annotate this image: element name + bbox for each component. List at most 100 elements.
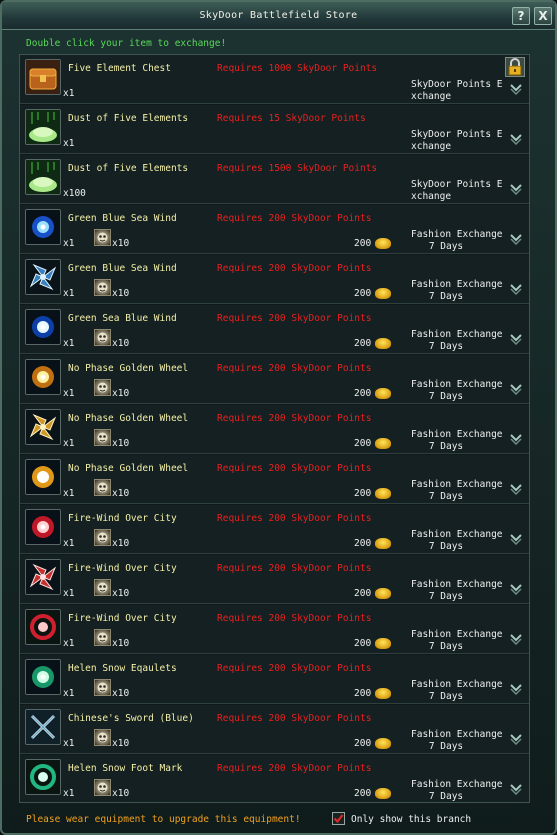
cost-token-quantity: x10 bbox=[112, 288, 130, 299]
chevron-down-icon[interactable] bbox=[509, 331, 523, 346]
item-row[interactable]: Fire-Wind Over City Requires 200 SkyDoor … bbox=[20, 505, 529, 554]
gold-orb-icon[interactable] bbox=[25, 359, 61, 395]
cost-token-icon bbox=[94, 279, 111, 296]
item-requirement: Requires 200 SkyDoor Points bbox=[217, 563, 372, 574]
gold-price: 200 bbox=[354, 338, 372, 349]
chevron-down-icon[interactable] bbox=[509, 81, 523, 96]
gold-price: 200 bbox=[354, 438, 372, 449]
exchange-type: SkyDoor Points E bbox=[411, 129, 503, 140]
chevron-down-icon[interactable] bbox=[509, 631, 523, 646]
item-name: Five Element Chest bbox=[68, 63, 171, 74]
cost-token-icon bbox=[94, 679, 111, 696]
chevron-down-icon[interactable] bbox=[509, 381, 523, 396]
chevron-down-icon[interactable] bbox=[509, 531, 523, 546]
cost-token-quantity: x10 bbox=[112, 338, 130, 349]
blue-pinwheel-icon[interactable] bbox=[25, 259, 61, 295]
item-quantity: x1 bbox=[63, 338, 75, 349]
item-row[interactable]: Helen Snow Eqaulets Requires 200 SkyDoor … bbox=[20, 655, 529, 704]
gold-ingot-icon bbox=[375, 238, 391, 249]
item-quantity: x1 bbox=[63, 488, 75, 499]
item-requirement: Requires 1500 SkyDoor Points bbox=[217, 163, 378, 174]
crossed-swords-icon[interactable] bbox=[25, 709, 61, 745]
gold-price: 200 bbox=[354, 788, 372, 799]
chevron-down-icon[interactable] bbox=[509, 681, 523, 696]
cost-token-icon bbox=[94, 729, 111, 746]
red-pinwheel-icon[interactable] bbox=[25, 559, 61, 595]
gold-swirl-icon[interactable] bbox=[25, 459, 61, 495]
red-ring-icon[interactable] bbox=[25, 609, 61, 645]
item-requirement: Requires 1000 SkyDoor Points bbox=[217, 63, 378, 74]
chevron-down-icon[interactable] bbox=[509, 281, 523, 296]
exchange-type: Fashion Exchange bbox=[411, 379, 503, 390]
item-quantity: x1 bbox=[63, 738, 75, 749]
chevron-down-icon[interactable] bbox=[509, 181, 523, 196]
item-quantity: x1 bbox=[63, 388, 75, 399]
gold-pinwheel-icon[interactable] bbox=[25, 409, 61, 445]
item-requirement: Requires 200 SkyDoor Points bbox=[217, 663, 372, 674]
green-ring-icon[interactable] bbox=[25, 759, 61, 795]
exchange-type: Fashion Exchange bbox=[411, 429, 503, 440]
item-name: Fire-Wind Over City bbox=[68, 513, 177, 524]
close-button[interactable]: X bbox=[534, 7, 552, 25]
exchange-type: Fashion Exchange bbox=[411, 229, 503, 240]
gold-price: 200 bbox=[354, 738, 372, 749]
chest-icon[interactable] bbox=[25, 59, 61, 95]
item-name: Green Blue Sea Wind bbox=[68, 213, 177, 224]
only-show-branch-checkbox[interactable] bbox=[332, 812, 345, 825]
item-quantity: x1 bbox=[63, 288, 75, 299]
item-name: Green Blue Sea Wind bbox=[68, 263, 177, 274]
red-orb-icon[interactable] bbox=[25, 509, 61, 545]
item-requirement: Requires 15 SkyDoor Points bbox=[217, 113, 366, 124]
item-requirement: Requires 200 SkyDoor Points bbox=[217, 463, 372, 474]
help-button[interactable]: ? bbox=[512, 7, 530, 25]
exchange-type: Fashion Exchange bbox=[411, 679, 503, 690]
chevron-down-icon[interactable] bbox=[509, 231, 523, 246]
gold-ingot-icon bbox=[375, 788, 391, 799]
item-row[interactable]: Fire-Wind Over City Requires 200 SkyDoor … bbox=[20, 555, 529, 604]
title-bar[interactable]: SkyDoor Battlefield Store ? X bbox=[2, 2, 555, 30]
chevron-down-icon[interactable] bbox=[509, 131, 523, 146]
item-row[interactable]: Dust of Five Elements Requires 15 SkyDoor… bbox=[20, 105, 529, 154]
chevron-down-icon[interactable] bbox=[509, 481, 523, 496]
item-row[interactable]: No Phase Golden Wheel Requires 200 SkyDoo… bbox=[20, 455, 529, 504]
chevron-down-icon[interactable] bbox=[509, 731, 523, 746]
item-row[interactable]: Green Sea Blue Wind Requires 200 SkyDoor … bbox=[20, 305, 529, 354]
item-list[interactable]: Five Element Chest Requires 1000 SkyDoor … bbox=[19, 54, 530, 803]
cost-token-quantity: x10 bbox=[112, 738, 130, 749]
item-name: Chinese's Sword (Blue) bbox=[68, 713, 194, 724]
cost-token-quantity: x10 bbox=[112, 688, 130, 699]
blue-orb-icon[interactable] bbox=[25, 209, 61, 245]
item-row[interactable]: Chinese's Sword (Blue) Requires 200 SkyDo… bbox=[20, 705, 529, 754]
gold-price: 200 bbox=[354, 688, 372, 699]
exchange-hint: Double click your item to exchange! bbox=[26, 38, 227, 49]
item-row[interactable]: No Phase Golden Wheel Requires 200 SkyDoo… bbox=[20, 355, 529, 404]
item-row[interactable]: Green Blue Sea Wind Requires 200 SkyDoor … bbox=[20, 205, 529, 254]
item-quantity: x1 bbox=[63, 788, 75, 799]
item-row[interactable]: Dust of Five Elements Requires 1500 SkyDo… bbox=[20, 155, 529, 204]
dust-icon[interactable] bbox=[25, 109, 61, 145]
lock-icon[interactable] bbox=[505, 57, 525, 77]
item-row[interactable]: Five Element Chest Requires 1000 SkyDoor … bbox=[20, 55, 529, 104]
exchange-detail: 7 Days bbox=[428, 291, 464, 302]
item-quantity: x100 bbox=[63, 188, 86, 199]
chevron-down-icon[interactable] bbox=[509, 581, 523, 596]
cost-token-quantity: x10 bbox=[112, 388, 130, 399]
item-requirement: Requires 200 SkyDoor Points bbox=[217, 413, 372, 424]
item-row[interactable]: Green Blue Sea Wind Requires 200 SkyDoor … bbox=[20, 255, 529, 304]
item-row[interactable]: No Phase Golden Wheel Requires 200 SkyDoo… bbox=[20, 405, 529, 454]
item-row[interactable]: Fire-Wind Over City Requires 200 SkyDoor … bbox=[20, 605, 529, 654]
item-name: No Phase Golden Wheel bbox=[68, 363, 189, 374]
item-row[interactable]: Helen Snow Foot Mark Requires 200 SkyDoor… bbox=[20, 755, 529, 802]
cost-token-icon bbox=[94, 229, 111, 246]
blue-swirl-icon[interactable] bbox=[25, 309, 61, 345]
chevron-down-icon[interactable] bbox=[509, 781, 523, 796]
green-orb-icon[interactable] bbox=[25, 659, 61, 695]
item-requirement: Requires 200 SkyDoor Points bbox=[217, 763, 372, 774]
chevron-down-icon[interactable] bbox=[509, 431, 523, 446]
item-requirement: Requires 200 SkyDoor Points bbox=[217, 363, 372, 374]
gold-ingot-icon bbox=[375, 588, 391, 599]
exchange-type: SkyDoor Points E bbox=[411, 179, 503, 190]
dust-icon[interactable] bbox=[25, 159, 61, 195]
item-requirement: Requires 200 SkyDoor Points bbox=[217, 613, 372, 624]
only-show-branch-label[interactable]: Only show this branch bbox=[351, 814, 471, 825]
